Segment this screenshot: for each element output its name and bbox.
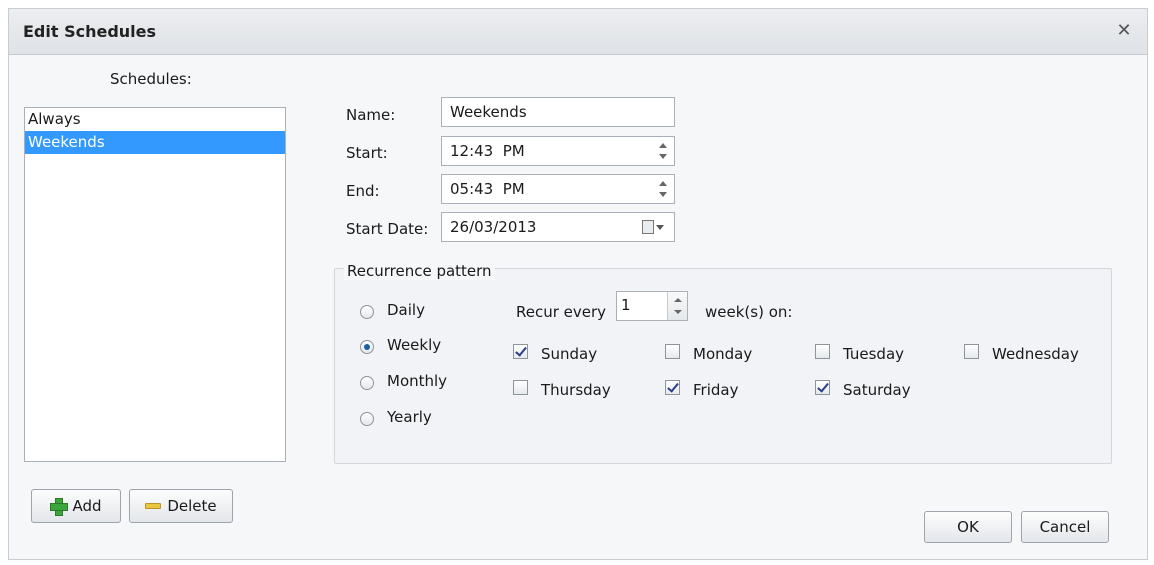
end-label: End: xyxy=(346,182,380,200)
cancel-label: Cancel xyxy=(1039,518,1091,536)
schedules-label: Schedules: xyxy=(110,70,192,88)
recurrence-pattern-title: Recurrence pattern xyxy=(344,262,495,280)
plus-icon xyxy=(50,498,69,516)
radio-yearly-label: Yearly xyxy=(387,408,432,426)
checkbox-tuesday-label: Tuesday xyxy=(843,345,905,363)
checkbox-thursday-label: Thursday xyxy=(541,381,611,399)
name-field[interactable]: Weekends xyxy=(441,97,675,127)
radio-weekly-label: Weekly xyxy=(387,336,442,354)
radio-daily[interactable] xyxy=(360,305,374,319)
radio-yearly[interactable] xyxy=(360,412,374,426)
minus-icon xyxy=(145,503,162,509)
checkbox-tuesday[interactable] xyxy=(815,344,830,359)
recur-every-stepper[interactable]: 1 xyxy=(616,291,688,321)
name-value: Weekends xyxy=(450,103,527,121)
radio-weekly[interactable] xyxy=(360,340,374,354)
dialog-title: Edit Schedules xyxy=(23,22,157,41)
checkbox-friday-label: Friday xyxy=(693,381,739,399)
checkbox-wednesday-label: Wednesday xyxy=(992,345,1079,363)
cancel-button[interactable]: Cancel xyxy=(1021,511,1109,543)
recurrence-group xyxy=(334,268,1112,464)
end-time-value: 05:43 PM xyxy=(450,180,525,198)
spinner-icon[interactable] xyxy=(667,292,687,320)
close-icon[interactable]: ✕ xyxy=(1111,18,1137,44)
end-time-field[interactable]: 05:43 PM xyxy=(441,174,675,204)
ok-button[interactable]: OK xyxy=(924,511,1012,543)
radio-monthly[interactable] xyxy=(360,376,374,390)
calendar-icon[interactable] xyxy=(642,219,668,235)
add-label: Add xyxy=(72,497,102,515)
checkbox-monday-label: Monday xyxy=(693,345,753,363)
checkbox-sunday-label: Sunday xyxy=(541,345,598,363)
start-date-value: 26/03/2013 xyxy=(450,218,537,236)
title-bar: Edit Schedules ✕ xyxy=(9,9,1147,55)
checkbox-sunday[interactable] xyxy=(513,344,528,359)
radio-daily-label: Daily xyxy=(387,301,425,319)
start-time-field[interactable]: 12:43 PM xyxy=(441,136,675,166)
delete-label: Delete xyxy=(167,497,217,515)
weeks-on-label: week(s) on: xyxy=(705,303,793,321)
start-label: Start: xyxy=(346,144,388,162)
add-button[interactable]: Add xyxy=(31,489,121,523)
radio-monthly-label: Monthly xyxy=(387,372,448,390)
delete-button[interactable]: Delete xyxy=(129,489,233,523)
checkbox-monday[interactable] xyxy=(665,344,680,359)
recur-every-value: 1 xyxy=(621,296,631,314)
checkbox-saturday[interactable] xyxy=(815,380,830,395)
checkbox-friday[interactable] xyxy=(665,380,680,395)
spinner-icon[interactable] xyxy=(658,180,668,198)
start-time-value: 12:43 PM xyxy=(450,142,525,160)
name-label: Name: xyxy=(346,106,396,124)
schedule-item-weekends[interactable]: Weekends xyxy=(25,131,285,154)
start-date-label: Start Date: xyxy=(346,220,429,238)
spinner-icon[interactable] xyxy=(658,142,668,160)
schedule-item-always[interactable]: Always xyxy=(25,108,285,131)
checkbox-saturday-label: Saturday xyxy=(843,381,911,399)
ok-label: OK xyxy=(957,518,979,536)
checkbox-wednesday[interactable] xyxy=(964,344,979,359)
schedules-list[interactable]: Always Weekends xyxy=(24,107,286,462)
start-date-field[interactable]: 26/03/2013 xyxy=(441,212,675,242)
recur-every-label: Recur every xyxy=(516,303,607,321)
checkbox-thursday[interactable] xyxy=(513,380,528,395)
